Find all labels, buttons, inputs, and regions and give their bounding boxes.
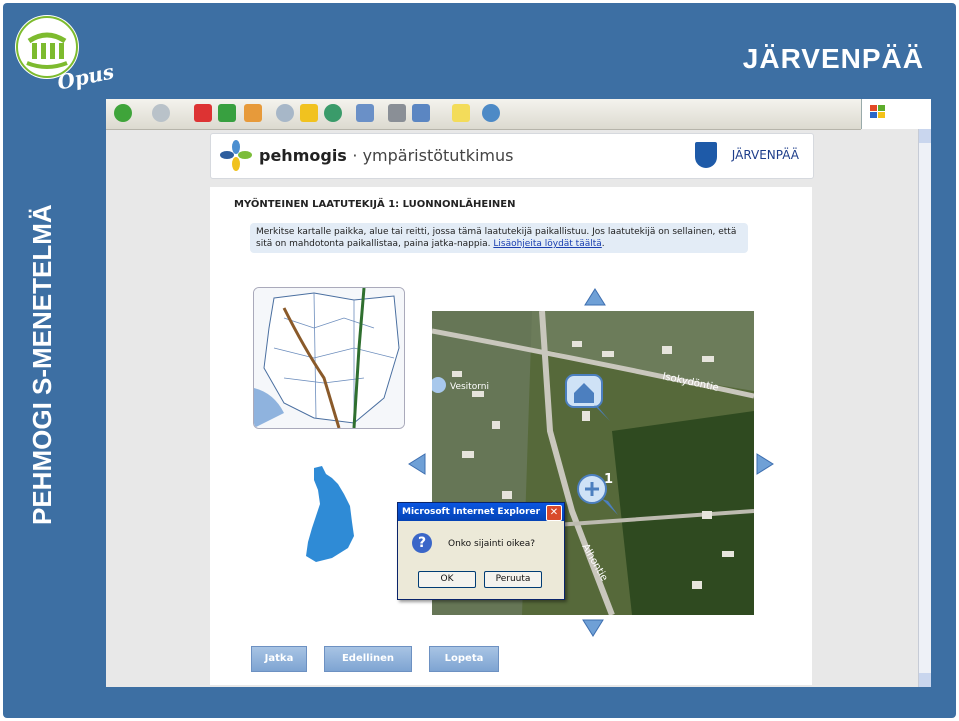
question-icon: ? bbox=[412, 533, 432, 553]
ie-toolbar bbox=[106, 99, 861, 130]
page-heading: MYÖNTEINEN LAATUTEKIJÄ 1: LUONNONLÄHEINE… bbox=[234, 199, 516, 210]
pan-right-arrow-icon[interactable] bbox=[756, 453, 774, 475]
site-header: pehmogis · ympäristötutkimus JÄRVENPÄÄ bbox=[210, 133, 814, 179]
windows-flag-area bbox=[861, 99, 931, 129]
slide-title: JÄRVENPÄÄ bbox=[742, 43, 924, 74]
browser-window: pehmogis · ympäristötutkimus JÄRVENPÄÄ M… bbox=[106, 99, 931, 687]
vertical-title: PEHMOGI S-MENETELMÄ bbox=[27, 204, 57, 525]
vertical-scrollbar[interactable] bbox=[918, 129, 931, 687]
home-icon[interactable] bbox=[244, 104, 262, 122]
pan-left-arrow-icon[interactable] bbox=[408, 453, 426, 475]
windows-flag-icon bbox=[870, 105, 885, 118]
print-icon[interactable] bbox=[388, 104, 406, 122]
dialog-titlebar: Microsoft Internet Explorer ✕ bbox=[398, 503, 564, 521]
brand-name: pehmogis · ympäristötutkimus bbox=[259, 146, 514, 165]
messenger-icon[interactable] bbox=[482, 104, 500, 122]
edit-icon[interactable] bbox=[412, 104, 430, 122]
pehmogis-logo-icon bbox=[220, 140, 252, 171]
previous-button[interactable]: Edellinen bbox=[324, 646, 412, 672]
dialog-message: Onko sijainti oikea? bbox=[448, 539, 536, 549]
marker-badge: 1 bbox=[604, 472, 613, 487]
instruction-box: Merkitse kartalle paikka, alue tai reitt… bbox=[250, 223, 748, 253]
mail-icon[interactable] bbox=[356, 104, 374, 122]
cancel-button[interactable]: Peruuta bbox=[484, 571, 542, 588]
overview-map[interactable] bbox=[253, 287, 405, 429]
next-button[interactable]: Jatka bbox=[251, 646, 307, 672]
forward-icon[interactable] bbox=[152, 104, 170, 122]
favorites-icon[interactable] bbox=[300, 104, 318, 122]
city-crest-icon bbox=[695, 142, 717, 168]
dialog-close-button[interactable]: ✕ bbox=[546, 505, 562, 521]
help-link[interactable]: Lisäohjeita löydät täältä bbox=[493, 239, 601, 249]
search-icon[interactable] bbox=[276, 104, 294, 122]
pan-down-arrow-icon[interactable] bbox=[582, 619, 604, 637]
back-icon[interactable] bbox=[114, 104, 132, 122]
ok-button[interactable]: OK bbox=[418, 571, 476, 588]
refresh-icon[interactable] bbox=[218, 104, 236, 122]
scroll-up-button[interactable] bbox=[919, 129, 931, 143]
history-icon[interactable] bbox=[324, 104, 342, 122]
stop-icon[interactable] bbox=[194, 104, 212, 122]
pan-up-arrow-icon[interactable] bbox=[584, 288, 606, 306]
city-name: JÄRVENPÄÄ bbox=[731, 148, 799, 162]
finland-map[interactable] bbox=[302, 464, 358, 570]
confirm-dialog: Microsoft Internet Explorer ✕ ? Onko sij… bbox=[397, 502, 565, 600]
end-button[interactable]: Lopeta bbox=[429, 646, 499, 672]
discuss-icon[interactable] bbox=[452, 104, 470, 122]
scroll-down-button[interactable] bbox=[919, 673, 931, 687]
map-label-vesitorni: Vesitorni bbox=[450, 382, 489, 392]
